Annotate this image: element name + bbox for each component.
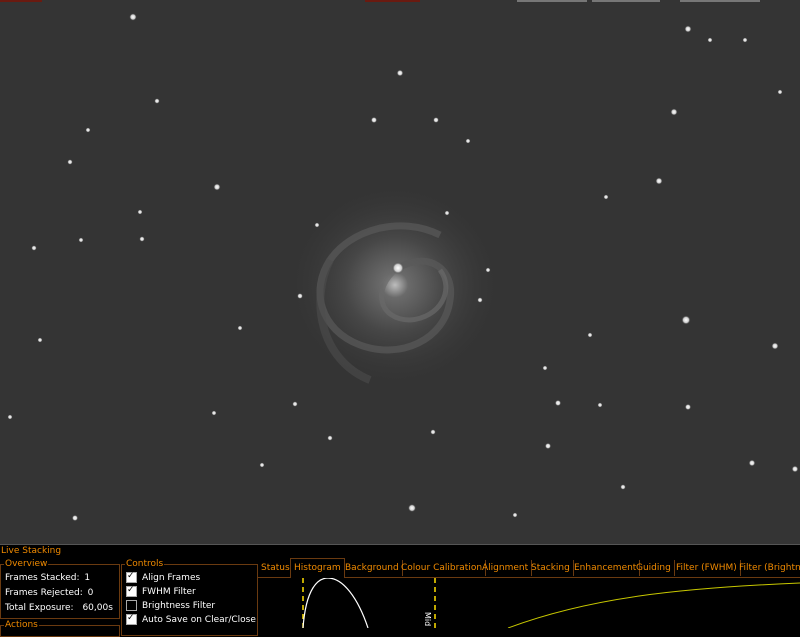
actions-group: Actions	[0, 619, 120, 637]
star	[771, 342, 779, 350]
tab-colour-calibration[interactable]: Colour Calibration	[398, 560, 487, 576]
mid-marker-label: Mid	[423, 612, 432, 627]
align-frames-label: Align Frames	[142, 573, 201, 583]
frames-rejected-label: Frames Rejected:	[5, 588, 83, 598]
frames-rejected-row: Frames Rejected: 0	[5, 588, 93, 598]
star	[85, 127, 91, 133]
tab-guiding[interactable]: Guiding	[633, 560, 675, 576]
auto-save-checkbox[interactable]: Auto Save on Clear/Close	[126, 613, 256, 625]
star	[465, 138, 471, 144]
checkbox-checked-icon[interactable]	[126, 613, 137, 625]
overview-group: Overview Frames Stacked: 1 Frames Reject…	[0, 558, 120, 619]
panel-title: Live Stacking	[1, 546, 62, 556]
top-strip-mark	[365, 0, 420, 2]
star	[292, 401, 298, 407]
star	[370, 116, 378, 124]
star	[211, 410, 217, 416]
star	[7, 414, 13, 420]
star	[67, 159, 73, 165]
tab-background[interactable]: Background	[342, 560, 403, 576]
star	[512, 512, 518, 518]
star	[603, 194, 609, 200]
star	[327, 435, 333, 441]
controls-label: Controls	[125, 558, 165, 570]
star	[477, 297, 483, 303]
star	[433, 117, 439, 123]
star	[314, 222, 320, 228]
star-field	[0, 0, 800, 544]
brightness-filter-label: Brightness Filter	[142, 601, 216, 611]
total-exposure-value: 60,00s	[82, 603, 113, 613]
checkbox-unchecked-icon[interactable]	[126, 600, 137, 611]
star	[620, 484, 626, 490]
star	[129, 13, 137, 21]
checkbox-checked-icon[interactable]	[126, 571, 137, 583]
star	[430, 429, 436, 435]
top-strip-mark	[680, 0, 760, 2]
star	[237, 325, 243, 331]
auto-save-label: Auto Save on Clear/Close	[142, 615, 256, 625]
star	[213, 183, 221, 191]
star	[542, 365, 548, 371]
tab-histogram[interactable]: Histogram	[290, 558, 345, 578]
star	[139, 236, 145, 242]
star	[396, 69, 404, 77]
star	[78, 237, 84, 243]
star	[707, 37, 713, 43]
histogram-plot[interactable]	[258, 577, 800, 629]
top-strip-mark	[517, 0, 587, 2]
star	[742, 37, 748, 43]
star	[37, 337, 43, 343]
galaxy	[285, 180, 505, 390]
star	[554, 399, 562, 407]
star	[71, 514, 79, 522]
star	[297, 293, 303, 299]
frames-stacked-row: Frames Stacked: 1	[5, 573, 90, 583]
tab-enhancement[interactable]: Enhancement	[571, 560, 641, 576]
frames-rejected-value: 0	[87, 588, 94, 598]
top-strip-mark	[0, 0, 42, 2]
histogram-curves	[302, 577, 800, 629]
brightness-filter-checkbox[interactable]: Brightness Filter	[126, 600, 215, 611]
align-frames-checkbox[interactable]: Align Frames	[126, 571, 201, 583]
star	[777, 89, 783, 95]
overview-label: Overview	[4, 558, 49, 570]
frames-stacked-value: 1	[84, 573, 91, 583]
star	[748, 459, 756, 467]
fwhm-filter-label: FWHM Filter	[142, 587, 196, 597]
tab-status[interactable]: Status	[258, 560, 294, 576]
tab-stacking[interactable]: Stacking	[528, 560, 574, 576]
star	[31, 245, 37, 251]
image-viewer[interactable]	[0, 0, 800, 544]
star	[597, 402, 603, 408]
star	[684, 25, 692, 33]
tab-filter-fwhm[interactable]: Filter (FWHM)	[673, 560, 741, 576]
star	[681, 315, 691, 325]
star	[408, 504, 416, 512]
checkbox-checked-icon[interactable]	[126, 585, 137, 597]
histogram-curve	[302, 577, 369, 629]
tab-filter-brightness[interactable]: Filter (Brightnes	[736, 560, 800, 576]
star	[587, 332, 593, 338]
star	[684, 403, 692, 411]
top-strip-mark	[592, 0, 660, 2]
tab-alignment[interactable]: Alignment	[479, 560, 533, 576]
star	[444, 210, 450, 216]
star	[137, 209, 143, 215]
controls-group: Controls Align Frames FWHM Filter Bright…	[121, 558, 258, 636]
star	[670, 108, 678, 116]
star	[259, 462, 265, 468]
stretch-curve	[507, 582, 800, 629]
fwhm-filter-checkbox[interactable]: FWHM Filter	[126, 585, 196, 597]
star	[485, 267, 491, 273]
star	[655, 177, 663, 185]
total-exposure-row: Total Exposure: 60,00s	[5, 603, 113, 613]
star	[154, 98, 160, 104]
star	[791, 465, 799, 473]
tab-bar: Status Histogram Background Colour Calib…	[258, 558, 800, 578]
total-exposure-label: Total Exposure:	[5, 603, 74, 613]
frames-stacked-label: Frames Stacked:	[5, 573, 80, 583]
star	[544, 442, 552, 450]
actions-label: Actions	[4, 619, 39, 631]
